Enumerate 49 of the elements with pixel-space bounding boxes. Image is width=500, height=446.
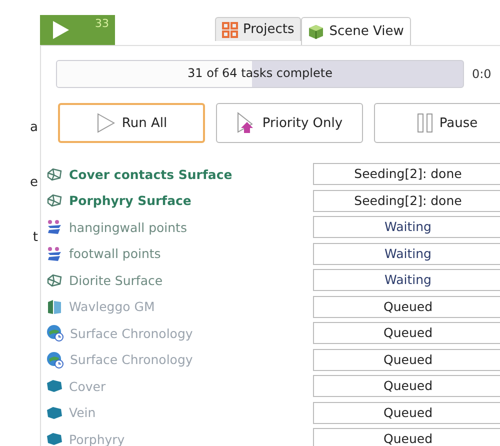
task-count: 33 <box>95 17 109 30</box>
action-button[interactable]: Priority Only <box>216 103 363 143</box>
task-status: Waiting <box>313 216 500 238</box>
task-status: Queued <box>313 375 500 398</box>
globe-clock-icon <box>46 350 64 369</box>
task-status: Queued <box>313 322 500 344</box>
task-status: Seeding[2]: done <box>313 190 500 212</box>
task-name: Wavleggo GM <box>69 299 155 314</box>
task-name: hangingwall points <box>69 220 187 235</box>
tab[interactable]: Projects <box>215 17 302 41</box>
tab[interactable]: Scene View <box>301 17 411 45</box>
task-name: Surface Chronology <box>70 326 193 341</box>
background-text: e <box>30 175 39 190</box>
cube-icon <box>308 24 324 40</box>
pause-icon <box>417 113 434 133</box>
task-name: Surface Chronology <box>70 352 193 368</box>
task-status: Queued <box>313 296 500 318</box>
task-status: Seeding[2]: done <box>313 163 500 186</box>
task-status: Queued <box>313 428 500 446</box>
model-icon <box>46 298 63 315</box>
task-status: Queued <box>313 348 500 371</box>
action-button[interactable]: Pause <box>374 103 500 143</box>
play-icon <box>96 113 116 133</box>
task-status: Waiting <box>313 242 500 265</box>
surface-icon <box>46 166 63 182</box>
play-icon <box>52 20 70 40</box>
surface-icon <box>46 272 63 288</box>
volume-icon <box>46 406 63 420</box>
surface-icon <box>46 193 63 208</box>
task-name: footwall points <box>69 246 161 262</box>
progress-text: 31 of 64 tasks complete <box>186 66 334 80</box>
task-name: Diorite Surface <box>69 272 163 288</box>
task-name: Cover <box>69 378 106 394</box>
task-name: Porphyry <box>69 432 125 446</box>
task-name: Cover contacts Surface <box>69 166 232 182</box>
task-status: Waiting <box>313 269 500 292</box>
task-name: Porphyry Surface <box>69 193 192 208</box>
volume-icon <box>46 432 63 446</box>
elapsed-time: 0:0 <box>472 67 492 81</box>
background-text: a <box>30 120 39 135</box>
volume-icon <box>46 379 63 394</box>
task-name: Vein <box>69 405 96 420</box>
action-button[interactable]: Run All <box>58 103 205 143</box>
points-icon <box>46 246 63 262</box>
background-text: t <box>32 230 39 245</box>
points-icon <box>46 219 63 236</box>
task-status: Queued <box>313 402 500 424</box>
grid-icon <box>222 22 238 38</box>
globe-clock-icon <box>46 324 64 342</box>
